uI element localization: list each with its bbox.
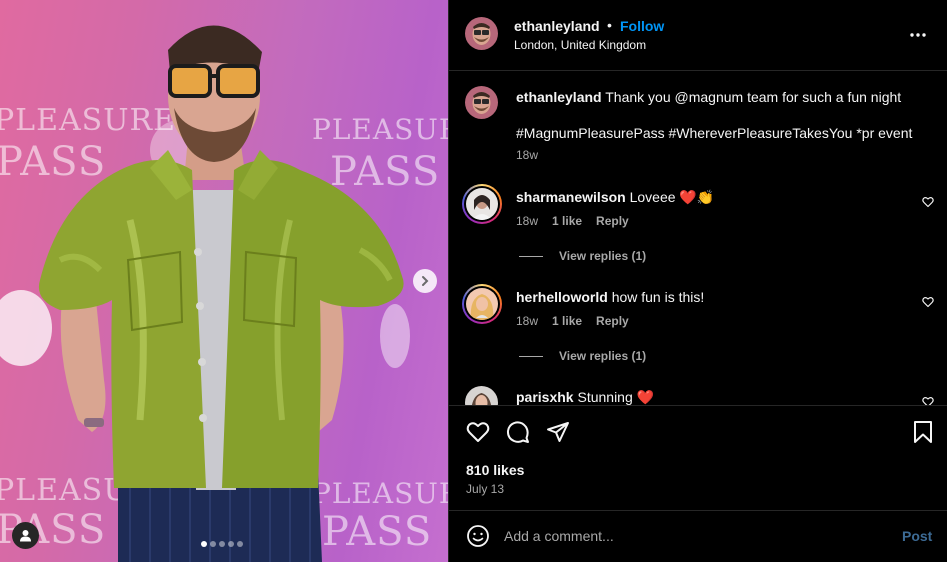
view-replies-label: View replies (1) — [559, 249, 647, 263]
comment-text: sharmanewilson Loveee ❤️👏 — [516, 189, 714, 206]
carousel-dot — [210, 541, 216, 547]
post-sidebar: ethanleyland • Follow London, United Kin… — [448, 0, 947, 562]
carousel-dots — [201, 541, 243, 547]
comment-body: Loveee ❤️👏 — [629, 189, 715, 205]
add-comment-bar: Post — [449, 512, 947, 562]
heart-icon[interactable] — [922, 296, 934, 308]
comments-list[interactable]: ethanleyland Thank you @magnum team for … — [449, 72, 947, 405]
caption-body: Thank you @magnum team for such a fun ni… — [605, 89, 902, 105]
share-icon[interactable] — [546, 420, 570, 444]
post-media[interactable]: PLEASURE PASS PLEASURE PASS PLEASURE PAS… — [0, 0, 448, 562]
emoji-icon[interactable] — [466, 524, 490, 548]
heart-icon[interactable] — [922, 196, 934, 208]
header-username[interactable]: ethanleyland — [514, 18, 600, 34]
comment-icon[interactable] — [506, 420, 530, 444]
avatar[interactable] — [462, 184, 502, 224]
carousel-dot — [219, 541, 225, 547]
comment-time: 18w — [516, 314, 539, 328]
comment-username[interactable]: herhelloworld — [516, 289, 608, 305]
comment-text: herhelloworld how fun is this! — [516, 289, 704, 305]
more-horizontal-icon[interactable] — [909, 26, 927, 44]
comment-username[interactable]: sharmanewilson — [516, 189, 626, 205]
post-header: ethanleyland • Follow London, United Kin… — [449, 0, 947, 71]
avatar[interactable] — [465, 86, 498, 119]
view-replies-button[interactable]: View replies (1) — [519, 349, 646, 363]
divider-line — [519, 355, 543, 357]
user-tag-icon — [20, 530, 31, 542]
caption-timestamp: 18w — [516, 148, 539, 162]
person-photo — [38, 25, 404, 562]
comment-meta: 18w 1 like Reply — [516, 214, 629, 228]
location-link[interactable]: London, United Kingdom — [514, 38, 646, 52]
avatar[interactable] — [465, 386, 498, 405]
post-date: July 13 — [466, 482, 505, 496]
comment-body: how fun is this! — [611, 289, 705, 305]
comment-body: Stunning ❤️ — [577, 389, 655, 405]
reply-button[interactable]: Reply — [596, 214, 629, 228]
comment-time: 18w — [516, 214, 539, 228]
divider-line — [519, 255, 543, 257]
heart-icon[interactable] — [466, 420, 490, 444]
bookmark-icon[interactable] — [912, 420, 934, 444]
post-button[interactable]: Post — [902, 528, 932, 544]
comment-likes[interactable]: 1 like — [552, 314, 582, 328]
comment-likes[interactable]: 1 like — [552, 214, 582, 228]
avatar[interactable] — [465, 17, 498, 50]
comment-text: parisxhk Stunning ❤️ — [516, 389, 654, 405]
carousel-dot — [237, 541, 243, 547]
heart-icon[interactable] — [922, 396, 934, 405]
caption-username[interactable]: ethanleyland — [516, 89, 602, 105]
caption-text: ethanleyland Thank you @magnum team for … — [516, 88, 936, 106]
carousel-dot — [228, 541, 234, 547]
caption-hashtags: #MagnumPleasurePass #WhereverPleasureTak… — [516, 125, 913, 141]
carousel-next-button[interactable] — [413, 269, 437, 293]
likes-count[interactable]: 810 likes — [466, 462, 524, 478]
comment-meta: 18w 1 like Reply — [516, 314, 629, 328]
avatar[interactable] — [462, 284, 502, 324]
view-replies-label: View replies (1) — [559, 349, 647, 363]
action-bar: 810 likes July 13 — [449, 405, 947, 511]
carousel-dot-active — [201, 541, 207, 547]
chevron-right-icon — [422, 276, 429, 286]
view-replies-button[interactable]: View replies (1) — [519, 249, 646, 263]
comment-username[interactable]: parisxhk — [516, 389, 574, 405]
tagged-users-button[interactable] — [12, 522, 39, 549]
comment-input[interactable] — [504, 526, 884, 546]
reply-button[interactable]: Reply — [596, 314, 629, 328]
follow-button[interactable]: Follow — [620, 18, 664, 34]
separator-dot: • — [607, 17, 612, 33]
